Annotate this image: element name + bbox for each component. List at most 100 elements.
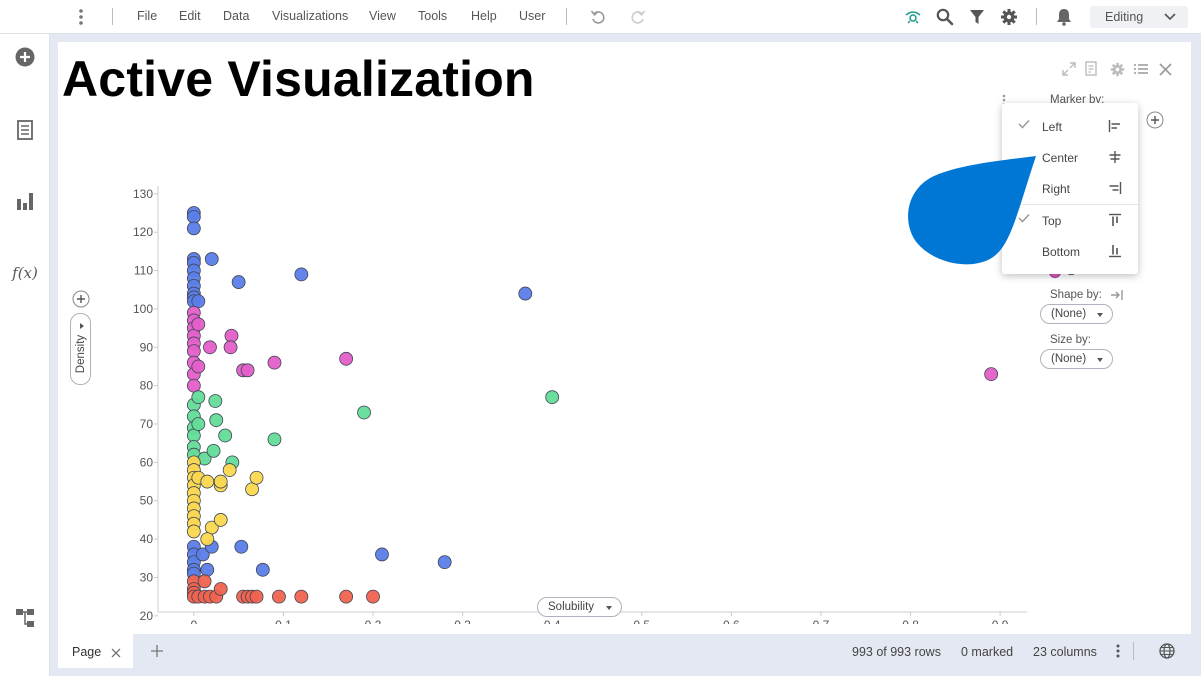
data-point-blue[interactable] (186, 209, 201, 224)
data-point-red[interactable] (197, 574, 212, 589)
data-point-green[interactable] (545, 390, 560, 405)
data-point-pink[interactable] (224, 328, 239, 343)
menu-item-left[interactable]: Left (1002, 111, 1138, 141)
data-point-blue[interactable] (294, 267, 309, 282)
menu-user[interactable]: User (519, 9, 545, 23)
list-icon[interactable] (13, 118, 37, 142)
data-point-pink[interactable] (203, 340, 217, 355)
data-point-red[interactable] (272, 589, 286, 604)
gear-icon[interactable] (1108, 60, 1126, 78)
menu-tools[interactable]: Tools (418, 9, 447, 23)
gear-icon[interactable] (998, 6, 1020, 28)
menu-help[interactable]: Help (471, 9, 497, 23)
data-point-yellow[interactable] (249, 470, 264, 485)
data-point-yellow[interactable] (213, 474, 228, 489)
data-point-green[interactable] (206, 443, 221, 458)
data-point-blue[interactable] (191, 294, 206, 309)
menu-edit[interactable]: Edit (179, 9, 201, 23)
data-point-pink[interactable] (191, 359, 206, 374)
add-y-axis-button[interactable] (72, 290, 90, 308)
data-point-blue[interactable] (204, 252, 219, 266)
data-point-yellow[interactable] (222, 463, 237, 477)
data-point-yellow[interactable] (200, 532, 215, 547)
search-icon[interactable] (934, 6, 956, 28)
data-point-blue[interactable] (375, 547, 389, 562)
data-point-yellow[interactable] (213, 513, 228, 527)
menu-view[interactable]: View (369, 9, 396, 23)
data-point-blue[interactable] (234, 539, 249, 554)
add-circle-icon[interactable] (13, 45, 37, 69)
data-point-yellow[interactable] (245, 482, 259, 497)
data-point-blue[interactable] (186, 221, 201, 236)
y-tick-label: 70 (140, 417, 154, 431)
data-point-red[interactable] (339, 589, 354, 604)
y-tick-label: 20 (140, 609, 154, 623)
data-point-blue[interactable] (200, 562, 215, 577)
data-point-blue[interactable] (255, 562, 270, 577)
undo-icon[interactable] (587, 6, 609, 28)
align-right-icon (1108, 181, 1122, 198)
data-point-green[interactable] (267, 432, 282, 447)
data-point-green[interactable] (208, 394, 223, 408)
data-point-pink[interactable] (984, 367, 999, 382)
size-by-selector[interactable]: (None) (1040, 349, 1113, 369)
fx-icon[interactable]: f(x) (12, 261, 38, 285)
data-point-yellow[interactable] (186, 524, 201, 539)
align-right-icon[interactable] (1110, 288, 1124, 306)
x-tick-label: 0.2 (365, 618, 382, 624)
add-marker-button[interactable] (1146, 111, 1164, 129)
data-point-green[interactable] (186, 428, 201, 443)
eye-icon[interactable] (902, 6, 924, 28)
more-vert-icon[interactable] (1116, 644, 1120, 663)
close-icon[interactable] (1156, 60, 1174, 78)
legend-icon[interactable] (1132, 60, 1150, 78)
shape-by-selector[interactable]: (None) (1040, 304, 1113, 324)
menu-visualizations[interactable]: Visualizations (272, 9, 348, 23)
data-point-green[interactable] (218, 428, 233, 443)
y-tick-label: 100 (133, 302, 153, 316)
data-point-red[interactable] (366, 589, 380, 604)
align-bottom-icon (1108, 244, 1122, 261)
data-point-pink[interactable] (186, 344, 201, 359)
expand-icon[interactable] (1060, 60, 1078, 78)
data-point-green[interactable] (191, 417, 206, 431)
data-point-green[interactable] (191, 390, 206, 405)
bell-icon[interactable] (1053, 6, 1075, 28)
y-tick-label: 40 (140, 532, 154, 546)
data-point-pink[interactable] (186, 378, 201, 393)
caret-down-icon (606, 606, 612, 610)
mode-dropdown[interactable]: Editing (1090, 6, 1188, 28)
add-page-icon[interactable] (151, 644, 163, 662)
data-point-pink[interactable] (223, 340, 238, 355)
redo-icon[interactable] (627, 6, 649, 28)
notes-icon[interactable] (1083, 60, 1101, 78)
data-point-green[interactable] (209, 413, 224, 428)
x-tick-label: 0.8 (902, 618, 919, 624)
menu-file[interactable]: File (137, 9, 157, 23)
filter-icon[interactable] (966, 6, 988, 28)
data-point-blue[interactable] (437, 555, 452, 570)
data-point-blue[interactable] (518, 286, 533, 301)
data-point-pink[interactable] (339, 351, 354, 366)
y-tick-label: 80 (140, 379, 154, 393)
data-point-red[interactable] (213, 582, 228, 596)
data-point-red[interactable] (249, 589, 264, 604)
data-point-red[interactable] (294, 589, 309, 604)
tab-page[interactable]: Page (58, 634, 133, 668)
data-point-blue[interactable] (231, 275, 246, 289)
hierarchy-icon[interactable] (13, 606, 37, 630)
bar-chart-icon[interactable] (13, 189, 37, 213)
y-axis-selector[interactable]: Density (70, 313, 91, 385)
close-icon[interactable] (111, 645, 121, 663)
data-point-green[interactable] (357, 405, 371, 420)
data-point-pink[interactable] (240, 363, 255, 378)
globe-icon[interactable] (1159, 643, 1175, 664)
x-tick-label: 0 (190, 618, 197, 624)
data-point-pink[interactable] (267, 355, 282, 370)
x-axis-selector[interactable]: Solubility (537, 597, 622, 617)
bottom-bar: Page 993 of 993 rows 0 marked 23 columns (58, 634, 1191, 668)
data-point-yellow[interactable] (200, 474, 215, 489)
data-point-pink[interactable] (191, 317, 206, 332)
menu-data[interactable]: Data (223, 9, 249, 23)
more-vert-icon[interactable] (70, 6, 92, 28)
